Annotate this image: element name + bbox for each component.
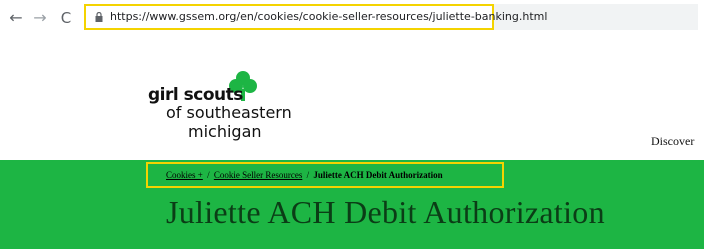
breadcrumb-item-current: Juliette ACH Debit Authorization xyxy=(313,170,443,180)
breadcrumb-separator: / xyxy=(207,170,210,180)
breadcrumb-item-cookies[interactable]: Cookies + xyxy=(166,170,203,180)
page-title: Juliette ACH Debit Authorization xyxy=(166,194,605,230)
address-bar[interactable]: https://www.gssem.org/en/cookies/cookie-… xyxy=(84,4,547,30)
reload-icon[interactable]: C xyxy=(56,8,76,28)
logo-text-line1: girl scouts xyxy=(148,85,243,105)
browser-toolbar: ← → C https://www.gssem.org/en/cookies/c… xyxy=(0,0,704,40)
breadcrumb: Cookies + / Cookie Seller Resources / Ju… xyxy=(166,170,443,180)
nav-item-discover[interactable]: Discover xyxy=(651,134,694,149)
logo-text-line3: michigan xyxy=(188,122,262,141)
site-logo[interactable]: girl scouts of southeastern michigan xyxy=(148,71,318,155)
breadcrumb-item-cookie-seller-resources[interactable]: Cookie Seller Resources xyxy=(214,170,302,180)
back-arrow-icon[interactable]: ← xyxy=(6,8,26,28)
lock-icon xyxy=(95,12,103,22)
logo-text-line2: of southeastern xyxy=(166,103,292,122)
forward-arrow-icon[interactable]: → xyxy=(30,8,50,28)
breadcrumb-separator: / xyxy=(306,170,310,180)
url-text: https://www.gssem.org/en/cookies/cookie-… xyxy=(110,10,548,23)
page-hero-banner: Cookies + / Cookie Seller Resources / Ju… xyxy=(0,160,704,249)
